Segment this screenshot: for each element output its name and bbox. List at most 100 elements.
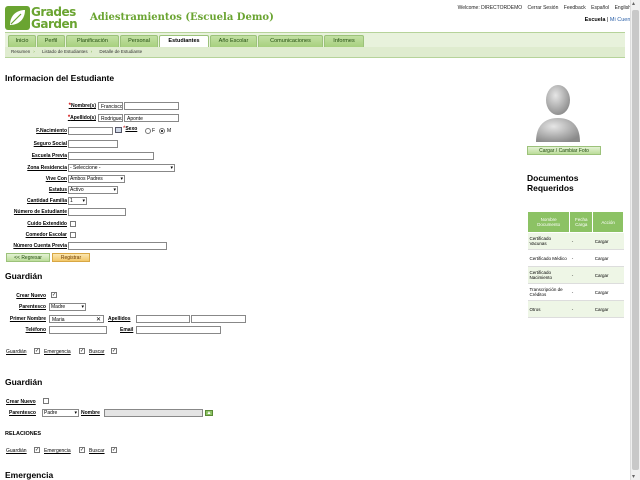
- seguro-input[interactable]: [68, 140, 118, 148]
- tab-informes[interactable]: Informes: [324, 35, 364, 47]
- col-header-fecha: Fecha Carga: [569, 211, 594, 233]
- cuenta-input[interactable]: [68, 242, 167, 250]
- scroll-down-icon[interactable]: ▾: [632, 473, 635, 480]
- feedback-link[interactable]: Feedback: [564, 5, 586, 11]
- g1-parentesco-select[interactable]: Madre: [49, 303, 86, 311]
- tab-comunicaciones[interactable]: Comunicaciones: [258, 35, 323, 47]
- upload-link[interactable]: Cargar: [592, 232, 624, 250]
- apellidos-label: *Apellido(s): [68, 115, 96, 121]
- apellido1-input[interactable]: Rodriguez: [98, 114, 123, 122]
- nombres-label-text: Nombre(s): [70, 103, 96, 109]
- g2-crear-checkbox[interactable]: [43, 398, 49, 404]
- tab-perfil[interactable]: Perfil: [37, 35, 65, 47]
- g2-nombre-input[interactable]: [104, 409, 203, 417]
- g1-buscar-checkbox[interactable]: [111, 348, 117, 354]
- nombres-label: *Nombre(s): [69, 103, 96, 109]
- g1-parentesco-label: Parentesco: [19, 304, 46, 310]
- back-button[interactable]: << Regresar: [6, 253, 50, 262]
- grades-garden-logo[interactable]: Grades Garden: [5, 5, 85, 31]
- add-icon[interactable]: ▲: [205, 410, 213, 416]
- emergencia-heading: Emergencia: [5, 470, 54, 480]
- account-links: Escuela | Mi Cuenta: [585, 17, 635, 23]
- g1-primer-nombre-label: Primer Nombre: [9, 316, 46, 322]
- seguro-label: Seguro Social: [33, 141, 67, 147]
- separator: |: [606, 17, 609, 23]
- scrollbar-thumb[interactable]: [632, 10, 639, 470]
- numero-label: Número de Estudiante: [13, 209, 67, 215]
- zona-select[interactable]: - Seleccione -: [68, 164, 175, 172]
- g1-apellidos-label: Apellidos: [108, 316, 131, 322]
- doc-name: Certificado Médico: [527, 249, 570, 267]
- g1-email-label: Email: [120, 327, 134, 333]
- upload-photo-button[interactable]: Cargar / Cambiar Foto: [527, 146, 601, 155]
- g1-apellido1-input[interactable]: [136, 315, 190, 323]
- upload-link[interactable]: Cargar: [592, 300, 624, 318]
- g2-parentesco-label: Parentesco: [9, 410, 36, 416]
- estatus-select[interactable]: Activo: [68, 186, 118, 194]
- vertical-scrollbar[interactable]: ▴ ▾: [630, 0, 640, 480]
- sexo-f-radio[interactable]: [145, 128, 151, 134]
- upload-link[interactable]: Cargar: [592, 249, 624, 267]
- doc-name: Certificado Nacimiento: [527, 266, 570, 284]
- relaciones-heading: RELACIONES: [5, 431, 42, 437]
- documents-heading: Documentos Requeridos: [527, 173, 578, 193]
- comedor-checkbox[interactable]: [70, 232, 76, 238]
- table-row: Certificado Vacunas - Cargar: [527, 232, 624, 250]
- vive-select[interactable]: Ambos Padres: [68, 175, 125, 183]
- tab-personal[interactable]: Personal: [120, 35, 158, 47]
- avatar-placeholder-icon: [536, 85, 580, 142]
- spanish-link[interactable]: Español: [591, 5, 609, 11]
- student-info-heading: Informacion del Estudiante: [5, 73, 115, 83]
- escuela-input[interactable]: [68, 152, 154, 160]
- logout-link[interactable]: Cerrar Sesión: [528, 5, 559, 11]
- tab-estudiantes[interactable]: Estudiantes: [159, 35, 209, 47]
- cuenta-label: Número Cuenta Previa: [13, 243, 67, 249]
- tab-planificacion[interactable]: Planificación: [66, 35, 119, 47]
- sexo-label: *Sexo: [123, 126, 137, 132]
- breadcrumb-listado[interactable]: Listado de Estudiantes: [42, 49, 88, 54]
- garden-leaf-icon: [5, 6, 30, 30]
- upload-link[interactable]: Cargar: [592, 283, 624, 301]
- table-row: Otros - Cargar: [527, 300, 624, 318]
- breadcrumb-resumen[interactable]: Resumen: [11, 49, 30, 54]
- breadcrumb: Resumen › Listado de Estudiantes › Detalle…: [5, 47, 625, 58]
- g2-crear-label: Crear Nuevo: [6, 399, 36, 405]
- numero-input[interactable]: [68, 208, 126, 216]
- doc-date: -: [569, 249, 593, 267]
- g1-primer-nombre-input[interactable]: Maria ✕: [49, 315, 104, 323]
- cuido-label: Cuido Extendido: [27, 221, 67, 227]
- upload-link[interactable]: Cargar: [592, 266, 624, 284]
- g2-emergencia-checkbox[interactable]: [79, 447, 85, 453]
- scroll-up-icon[interactable]: ▴: [632, 0, 635, 7]
- nacimiento-input[interactable]: [68, 127, 113, 135]
- comedor-label: Comedor Escolar: [25, 232, 67, 238]
- g1-apellido2-input[interactable]: [191, 315, 246, 323]
- nombre2-input[interactable]: [124, 102, 179, 110]
- g1-telefono-input[interactable]: [49, 326, 107, 334]
- cuido-checkbox[interactable]: [70, 221, 76, 227]
- familia-select[interactable]: 1: [68, 197, 87, 205]
- g2-guardian-checkbox[interactable]: [34, 447, 40, 453]
- tab-inicio[interactable]: Inicio: [8, 35, 36, 47]
- g2-parentesco-select[interactable]: Padre: [42, 409, 79, 417]
- familia-label: Cantidad Familia: [26, 198, 67, 204]
- clear-icon[interactable]: ✕: [96, 316, 101, 322]
- sexo-m-label: M: [167, 128, 172, 134]
- g1-emergencia-checkbox[interactable]: [79, 348, 85, 354]
- tab-ano-escolar[interactable]: Año Escolar: [210, 35, 257, 47]
- g1-guardian-checkbox[interactable]: [34, 348, 40, 354]
- school-link[interactable]: Escuela: [585, 17, 606, 23]
- g1-crear-checkbox[interactable]: [51, 292, 57, 298]
- guardian2-heading: Guardián: [5, 377, 43, 387]
- g1-email-input[interactable]: [136, 326, 221, 334]
- escuela-label: Escuela Previa: [31, 153, 67, 159]
- g2-buscar-checkbox[interactable]: [111, 447, 117, 453]
- register-button[interactable]: Registrar: [52, 253, 90, 262]
- apellido2-input[interactable]: Aponte: [124, 114, 179, 122]
- sexo-m-radio[interactable]: [159, 128, 165, 134]
- nombre1-input[interactable]: Francisco: [98, 102, 123, 110]
- breadcrumb-detalle: Detalle de Estudiante: [99, 49, 143, 54]
- breadcrumb-separator: ›: [90, 49, 93, 54]
- calendar-icon[interactable]: [115, 127, 122, 133]
- english-link[interactable]: English: [615, 5, 631, 11]
